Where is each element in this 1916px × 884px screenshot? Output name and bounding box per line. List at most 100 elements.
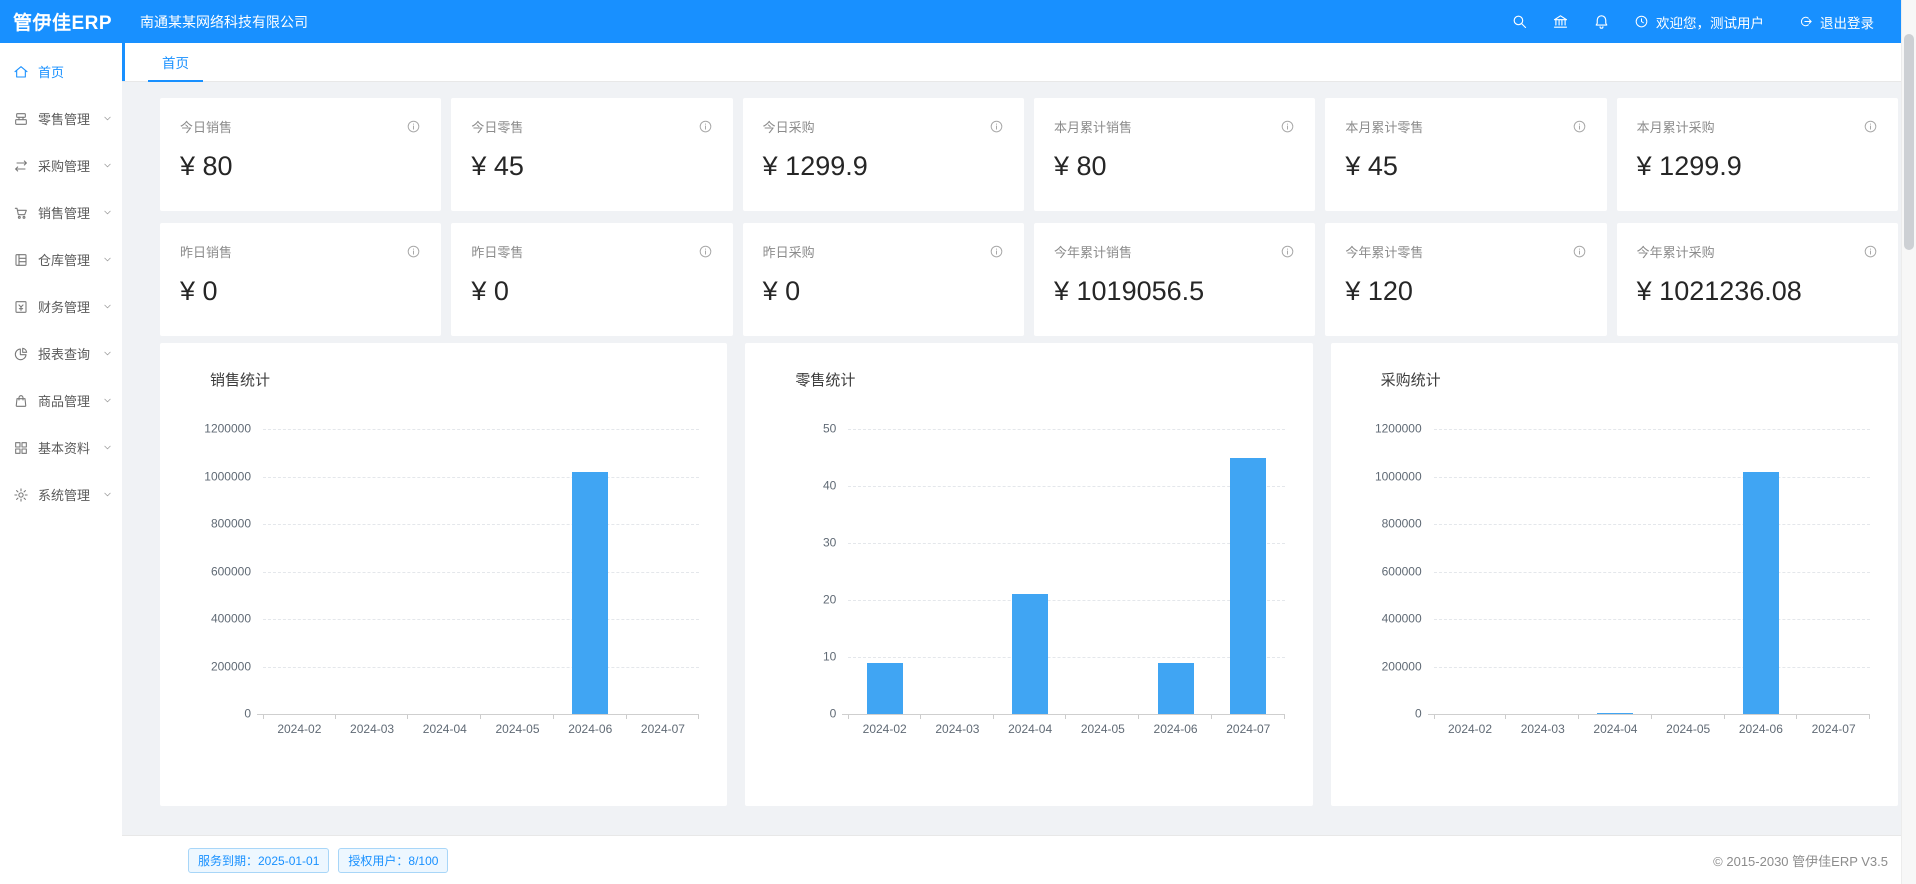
y-axis-label: 600000 [211,564,251,578]
goods-icon [13,393,29,409]
footer-bar: 服务到期：2025-01-01 授权用户：8/100 © 2015-2030 管… [122,835,1916,884]
x-axis-line [842,714,1284,715]
x-axis-label: 2024-04 [1579,722,1652,736]
bars-layer [1434,429,1870,714]
bar-slot [1725,429,1798,714]
bar-slot [627,429,700,714]
info-icon[interactable] [406,244,421,259]
stat-card: 昨日零售¥ 0 [451,223,732,336]
y-axis-label: 800000 [1382,516,1422,530]
chevron-down-icon [102,489,113,500]
sidebar-item-label: 基本资料 [38,438,90,457]
x-axis-label: 2024-06 [1725,722,1798,736]
scrollbar-thumb[interactable] [1904,34,1914,250]
info-icon[interactable] [1572,119,1587,134]
info-icon[interactable] [1863,244,1878,259]
stat-card-value: ¥ 1299.9 [1637,151,1878,182]
x-axis-label: 2024-06 [1139,722,1212,736]
y-axis-label: 30 [823,535,836,549]
info-icon[interactable] [989,244,1004,259]
sidebar-item-finance[interactable]: 财务管理 [0,283,122,330]
bar [1743,472,1779,714]
info-icon[interactable] [406,119,421,134]
sidebar-item-warehouse[interactable]: 仓库管理 [0,236,122,283]
basic-data-icon [13,440,29,456]
copyright-text: © 2015-2030 管伊佳ERP V3.5 [1713,851,1900,870]
info-icon[interactable] [1280,244,1295,259]
bars-layer [848,429,1284,714]
stat-card-header: 今年累计采购 [1637,242,1878,261]
chart-title: 销售统计 [160,343,727,390]
x-axis-line [257,714,699,715]
stat-card-header: 今年累计零售 [1345,242,1586,261]
logout-button[interactable]: 退出登录 [1798,12,1874,32]
stat-card-value: ¥ 45 [1345,151,1586,182]
x-axis-label: 2024-05 [481,722,554,736]
x-axis-labels: 2024-022024-032024-042024-052024-062024-… [1434,722,1870,736]
bell-icon[interactable] [1593,13,1610,30]
info-icon[interactable] [698,119,713,134]
y-axis-label: 0 [1415,706,1422,720]
app-header: 管伊佳ERP 南通某某网络科技有限公司 欢迎您，测试用户 退出登录 [0,0,1916,43]
y-axis-label: 200000 [1382,659,1422,673]
clock-icon [1634,14,1649,29]
app-logo[interactable]: 管伊佳ERP [0,8,122,35]
sidebar-item-retail[interactable]: 零售管理 [0,95,122,142]
tab-home[interactable]: 首页 [160,43,191,81]
stat-card-label: 本月累计采购 [1637,117,1715,136]
bar-slot [1652,429,1725,714]
welcome-user[interactable]: 欢迎您，测试用户 [1634,12,1764,32]
x-axis-label: 2024-04 [994,722,1067,736]
sidebar-item-basic-data[interactable]: 基本资料 [0,424,122,471]
bar [1158,663,1194,714]
y-axis-label: 20 [823,592,836,606]
sidebar-item-reports[interactable]: 报表查询 [0,330,122,377]
sidebar-item-home[interactable]: 首页 [0,48,122,95]
tab-bar: 首页 [122,43,1916,82]
sidebar-item-goods[interactable]: 商品管理 [0,377,122,424]
stat-card-value: ¥ 45 [471,151,712,182]
x-axis-label: 2024-02 [848,722,921,736]
sidebar-item-system[interactable]: 系统管理 [0,471,122,518]
stat-card-value: ¥ 0 [471,276,712,307]
chart-panel: 销售统计020000040000060000080000010000001200… [160,343,727,806]
service-expiry-badge[interactable]: 服务到期：2025-01-01 [188,848,329,873]
sidebar-item-sales[interactable]: 销售管理 [0,189,122,236]
sidebar-item-purchase[interactable]: 采购管理 [0,142,122,189]
chevron-down-icon [102,254,113,265]
stat-card-label: 本月累计零售 [1345,117,1423,136]
sidebar-item-label: 系统管理 [38,485,90,504]
y-axis-label: 800000 [211,516,251,530]
sidebar-menu: 零售管理采购管理销售管理仓库管理财务管理报表查询商品管理基本资料系统管理 [0,95,122,518]
chevron-down-icon [102,301,113,312]
info-icon[interactable] [989,119,1004,134]
info-icon[interactable] [1572,244,1587,259]
stat-card-value: ¥ 0 [180,276,421,307]
scrollbar[interactable] [1901,0,1916,884]
system-icon [13,487,29,503]
x-axis-label: 2024-06 [554,722,627,736]
bar-slot [848,429,921,714]
search-icon[interactable] [1511,13,1528,30]
stat-card: 本月累计销售¥ 80 [1034,98,1315,211]
sidebar-item-label: 仓库管理 [38,250,90,269]
y-axis-label: 1000000 [204,469,251,483]
info-icon[interactable] [698,244,713,259]
sidebar-item-label: 报表查询 [38,344,90,363]
bank-icon[interactable] [1552,13,1569,30]
bar [1230,458,1266,715]
retail-icon [13,111,29,127]
info-icon[interactable] [1280,119,1295,134]
stat-card-header: 本月累计零售 [1345,117,1586,136]
x-axis-label: 2024-07 [627,722,700,736]
licensed-users-badge[interactable]: 授权用户：8/100 [338,848,448,873]
info-icon[interactable] [1863,119,1878,134]
sidebar-item-label: 首页 [38,62,64,81]
sidebar-item-label: 销售管理 [38,203,90,222]
bar-slot [1579,429,1652,714]
chevron-down-icon [102,207,113,218]
bar [572,472,608,714]
logout-text: 退出登录 [1820,12,1874,32]
x-axis-label: 2024-02 [1434,722,1507,736]
stat-card: 昨日采购¥ 0 [743,223,1024,336]
